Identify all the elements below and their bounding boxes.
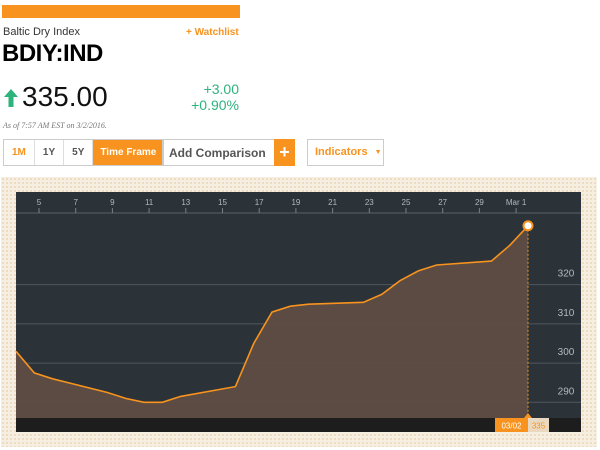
x-tick-label: 15 xyxy=(218,198,227,207)
x-tick-label: 29 xyxy=(475,198,484,207)
brand-bar xyxy=(2,5,240,18)
price-change: +3.00 +0.90% xyxy=(191,81,239,113)
y-tick-label: 290 xyxy=(558,386,575,397)
x-tick-label: 5 xyxy=(37,198,42,207)
x-tick-label: 23 xyxy=(365,198,374,207)
last-point-marker xyxy=(522,220,534,232)
x-tick-label: 7 xyxy=(73,198,78,207)
time-frame-button[interactable]: Time Frame xyxy=(93,140,164,165)
timestamp: As of 7:57 AM EST on 3/2/2016. xyxy=(3,121,107,130)
range-1y-button[interactable]: 1Y xyxy=(35,140,65,165)
range-5y-button[interactable]: 5Y xyxy=(64,140,94,165)
arrow-up-icon xyxy=(4,89,18,107)
x-tick-label: 19 xyxy=(291,198,300,207)
value-label: 335 xyxy=(532,422,546,431)
x-tick-label: 17 xyxy=(255,198,264,207)
change-percent: +0.90% xyxy=(191,97,239,113)
x-tick-label: 11 xyxy=(145,198,154,207)
y-tick-label: 300 xyxy=(558,347,575,358)
y-tick-label: 320 xyxy=(558,269,575,280)
ticker-symbol: BDIY:IND xyxy=(2,40,103,67)
add-comparison-input[interactable] xyxy=(163,140,268,165)
x-tick-label: 25 xyxy=(402,198,411,207)
y-tick-label: 310 xyxy=(558,308,575,319)
caret-down-icon: ▼ xyxy=(374,149,382,156)
price-chart[interactable]: 290 300 310 320 5 7 9 11 13 15 17 19 21 23 25 27 29 Mar 1… xyxy=(1,177,597,447)
x-tick-label: 27 xyxy=(438,198,447,207)
indicators-label: Indicators xyxy=(315,146,368,158)
add-comparison: + xyxy=(162,139,295,166)
range-1m-button[interactable]: 1M xyxy=(4,140,35,165)
add-watchlist-link[interactable]: + Watchlist xyxy=(186,27,239,38)
x-tick-label: Mar 1 xyxy=(506,198,527,207)
range-selector: 1M 1Y 5Y Time Frame xyxy=(3,139,165,166)
x-tick-label: 13 xyxy=(181,198,190,207)
date-label: 03/02 xyxy=(501,422,522,431)
change-value: +3.00 xyxy=(203,81,239,97)
add-comparison-button[interactable]: + xyxy=(274,139,295,166)
x-tick-label: 21 xyxy=(328,198,337,207)
x-tick-label: 9 xyxy=(110,198,115,207)
indicators-dropdown[interactable]: Indicators ▼ xyxy=(307,139,384,166)
index-name: Baltic Dry Index xyxy=(3,26,81,38)
last-price: 335.00 xyxy=(22,81,108,112)
chart-svg: 290 300 310 320 5 7 9 11 13 15 17 19 21 23 25 27 29 Mar 1… xyxy=(15,192,581,432)
